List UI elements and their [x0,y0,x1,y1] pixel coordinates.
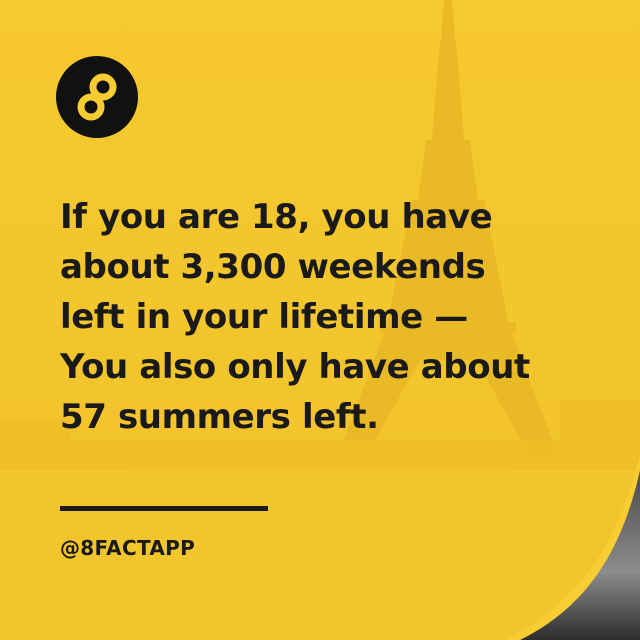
infinity-eight-icon [77,73,117,121]
app-logo [56,56,138,138]
fact-headline: If you are 18, you have about 3,300 week… [60,192,620,442]
headline-line-5: 57 summers left. [60,397,379,437]
divider-rule [60,506,268,511]
headline-line-1: If you are 18, you have [60,197,493,237]
headline-line-2: about 3,300 weekends [60,247,486,287]
social-handle: @8FACTAPP [60,536,196,560]
headline-line-4: You also only have about [60,347,530,387]
fact-card: If you are 18, you have about 3,300 week… [0,0,640,640]
headline-line-3: left in your lifetime — [60,297,468,337]
